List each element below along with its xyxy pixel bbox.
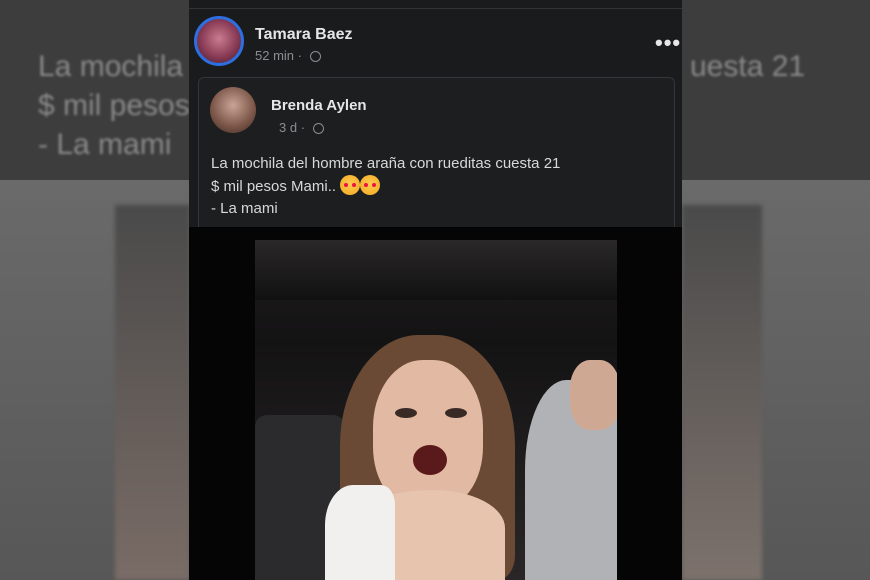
emoji-smiling-hearts-icon — [340, 175, 361, 195]
post-text-line2-wrap: $ mil pesos Mami.. — [211, 175, 666, 198]
globe-icon — [309, 51, 321, 62]
emoji-smiling-hearts-icon — [360, 175, 381, 195]
shared-author-avatar[interactable] — [210, 87, 256, 133]
post-screenshot: Tamara Baez 52 min · ••• Brenda Aylen 3 … — [189, 0, 682, 580]
shared-meta: 3 d · — [279, 120, 324, 135]
post-text: La mochila del hombre araña con rueditas… — [211, 153, 666, 220]
post-time[interactable]: 52 min — [255, 48, 294, 63]
divider — [189, 8, 682, 9]
more-options-icon[interactable]: ••• — [655, 30, 681, 56]
bg-text-line3-left: - La mami — [38, 128, 172, 161]
bg-text-line2-left: $ mil pesos — [38, 89, 190, 122]
author-avatar[interactable] — [194, 16, 244, 66]
shared-time[interactable]: 3 d — [279, 120, 297, 135]
post-photo[interactable] — [255, 240, 617, 580]
post-meta: 52 min · — [255, 48, 321, 63]
background-photo-left — [115, 205, 190, 580]
author-name[interactable]: Tamara Baez — [255, 26, 353, 44]
background-photo-right — [682, 205, 762, 580]
post-text-line3: - La mami — [211, 200, 278, 217]
bg-text-line1-left: La mochila — [38, 50, 184, 83]
post-media[interactable] — [189, 227, 682, 580]
post-text-line1: La mochila del hombre araña con rueditas… — [211, 155, 561, 172]
post-header: Tamara Baez 52 min · ••• — [189, 12, 682, 72]
bg-text-line1-right: uesta 21 — [690, 50, 806, 83]
globe-icon — [312, 123, 324, 134]
shared-author-name[interactable]: Brenda Aylen — [271, 97, 367, 114]
post-text-line2: $ mil pesos Mami.. — [211, 178, 337, 195]
shared-post[interactable]: Brenda Aylen 3 d · La mochila del hombre… — [198, 77, 675, 228]
